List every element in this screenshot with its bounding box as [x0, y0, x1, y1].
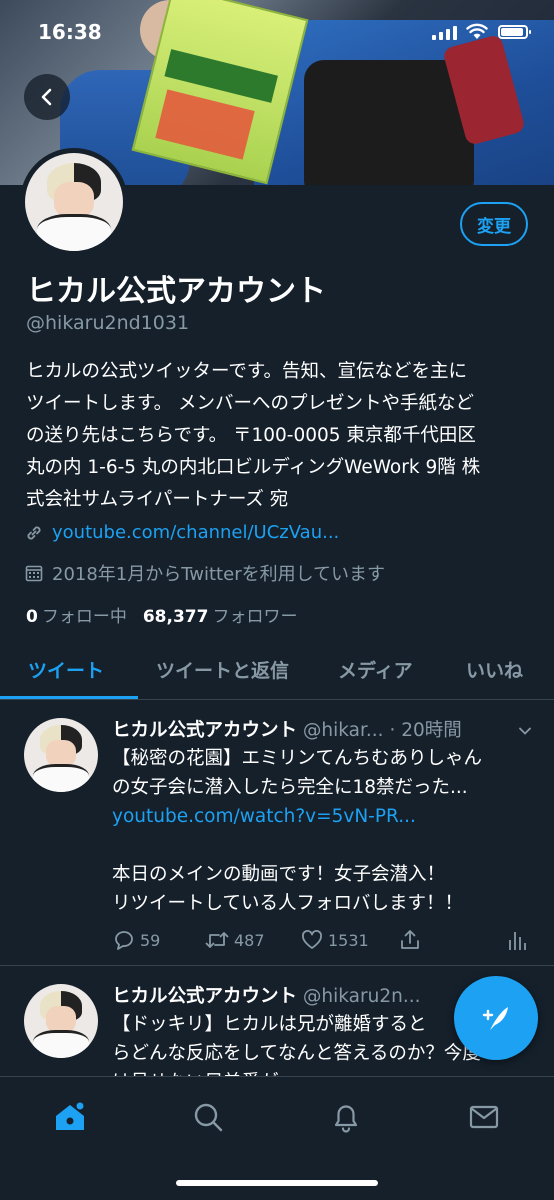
compose-tweet-button[interactable]	[454, 976, 538, 1060]
retweet-button[interactable]: 487	[204, 928, 265, 952]
bio-line: ツイートします。 メンバーへのプレゼントや手紙など	[26, 393, 475, 414]
reply-count: 59	[140, 930, 161, 950]
chevron-down-icon[interactable]	[518, 724, 532, 738]
home-icon	[56, 1102, 84, 1130]
tweet-avatar[interactable]	[24, 984, 98, 1058]
banner-shirt	[304, 60, 474, 185]
status-bar: 16:38	[0, 0, 554, 66]
followers-count: 68,377	[142, 607, 209, 627]
tab-media[interactable]: メディア	[338, 656, 413, 683]
nav-notifications[interactable]	[326, 1097, 366, 1137]
following-link[interactable]: 0 フォロー中	[26, 602, 127, 627]
nav-home[interactable]	[50, 1097, 90, 1137]
tweet-time: · 20時間	[389, 720, 462, 741]
calendar-icon	[25, 565, 43, 582]
search-icon	[194, 1103, 223, 1132]
tweet-line: らどんな反応をしてなんと答えるのか？今度	[112, 1043, 481, 1064]
tweet-avatar[interactable]	[24, 718, 98, 792]
followers-link[interactable]: 68,377 フォロワー	[143, 602, 298, 627]
profile-bio: ヒカルの公式ツイッターです。告知、宣伝などを主に ツイートします。 メンバーへの…	[26, 356, 538, 516]
bio-line: ヒカルの公式ツイッターです。告知、宣伝などを主に	[26, 361, 468, 382]
back-button[interactable]	[24, 74, 70, 120]
tweet-line: 本日のメインの動画です！女子会潜入！	[112, 864, 446, 885]
nav-search[interactable]	[188, 1097, 228, 1137]
tweet-link[interactable]: youtube.com/watch?v=5vN-PR...	[112, 802, 522, 831]
retweet-count: 487	[234, 930, 265, 950]
tweet-line: 【秘密の花園】エミリンてんちむありしゃん	[112, 748, 483, 769]
tweet-author-name[interactable]: ヒカル公式アカウント	[112, 986, 297, 1007]
profile-avatar[interactable]	[20, 148, 128, 256]
followers-label: フォロワー	[212, 607, 298, 627]
bio-line: 式会社サムライパートナーズ 宛	[26, 489, 289, 510]
tweet[interactable]: ヒカル公式アカウント @hikar... · 20時間 【秘密の花園】エミリンて…	[0, 700, 554, 966]
bio-line: 丸の内 1-6-5 丸の内北口ビルディングWeWork 9階 株	[26, 457, 481, 478]
share-button[interactable]	[398, 928, 422, 952]
tweet-header: ヒカル公式アカウント @hikar... · 20時間	[112, 716, 462, 742]
joined-text: 2018年1月からTwitterを利用しています	[52, 564, 386, 585]
home-indicator	[176, 1180, 378, 1186]
share-icon	[401, 930, 419, 949]
profile-link-text[interactable]: youtube.com/channel/UCzVau...	[52, 522, 339, 543]
display-name: ヒカル公式アカウント	[26, 274, 326, 309]
reply-icon	[115, 931, 133, 950]
edit-profile-button[interactable]: 変更	[460, 202, 528, 246]
profile-tabs: ツイート ツイートと返信 メディア いいね	[0, 638, 554, 700]
tab-tweets[interactable]: ツイート	[28, 656, 104, 683]
bio-line: の送り先はこちらです。 〒100-0005 東京都千代田区	[26, 425, 476, 446]
wifi-icon	[466, 23, 488, 39]
analytics-icon	[509, 932, 526, 950]
tab-tweets-and-replies[interactable]: ツイートと返信	[156, 656, 289, 683]
tweet-line: リツイートしている人フォロバします！！	[112, 893, 463, 914]
tweet-line: の女子会に潜入したら完全に18禁だった...	[112, 777, 468, 798]
tab-likes[interactable]: いいね	[466, 656, 523, 683]
notifications-icon	[334, 1105, 358, 1133]
status-time: 16:38	[38, 20, 102, 44]
link-icon	[27, 526, 41, 539]
profile-handle: @hikaru2nd1031	[26, 312, 190, 334]
nav-messages[interactable]	[464, 1097, 504, 1137]
profile-link[interactable]: youtube.com/channel/UCzVau...	[24, 522, 339, 543]
analytics-button[interactable]	[506, 928, 528, 952]
messages-icon	[469, 1105, 499, 1129]
tweet-author-name[interactable]: ヒカル公式アカウント	[112, 720, 297, 741]
follow-stats: 0 フォロー中 68,377 フォロワー	[26, 602, 297, 627]
like-button[interactable]: 1531	[300, 928, 369, 952]
retweet-icon	[205, 932, 229, 948]
reply-button[interactable]: 59	[112, 928, 160, 952]
avatar-image	[25, 153, 123, 251]
joined-date: 2018年1月からTwitterを利用しています	[24, 560, 385, 586]
tweet-author-handle: @hikar...	[302, 720, 384, 741]
tweet-header: ヒカル公式アカウント @hikaru2n...	[112, 982, 420, 1008]
heart-icon	[302, 930, 322, 949]
battery-icon	[498, 25, 531, 39]
like-count: 1531	[328, 930, 369, 950]
following-count: 0	[26, 607, 38, 627]
arrow-left-icon	[41, 88, 52, 106]
following-label: フォロー中	[41, 607, 127, 627]
compose-tweet-icon	[482, 1007, 508, 1030]
tweet-author-handle: @hikaru2n...	[302, 986, 421, 1007]
tweet-text: 【秘密の花園】エミリンてんちむありしゃん の女子会に潜入したら完全に18禁だった…	[112, 744, 522, 918]
signal-icon	[432, 26, 457, 40]
active-tab-indicator	[0, 696, 138, 699]
tweet-actions: 59 487 1531	[112, 928, 532, 954]
